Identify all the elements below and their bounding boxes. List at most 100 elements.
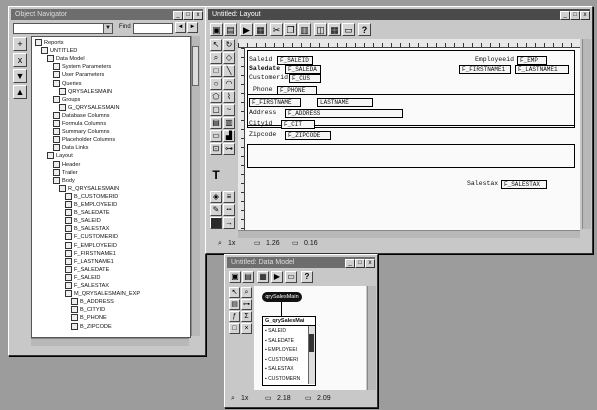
- rounded-rect-tool-icon[interactable]: ▢: [210, 104, 222, 116]
- field-firstname[interactable]: F_FIRSTNAME: [249, 98, 301, 107]
- ellipse-tool-icon[interactable]: ○: [210, 78, 222, 90]
- group-column[interactable]: ▪ EMPLOYEEI: [265, 346, 297, 354]
- magnify-tool-icon[interactable]: ⌕: [241, 287, 252, 298]
- tree-node[interactable]: Placeholder Columns: [53, 136, 115, 144]
- link-tool-icon[interactable]: ⊶: [223, 143, 235, 155]
- line-color-icon[interactable]: ✎: [210, 204, 222, 216]
- minimize-icon[interactable]: _: [173, 11, 183, 20]
- group-column[interactable]: ▪ SALESTAX: [265, 365, 294, 373]
- frame-tool-icon[interactable]: ▤: [210, 117, 222, 129]
- data-model-vertical-scrollbar[interactable]: [367, 286, 376, 390]
- tree-node[interactable]: Data Links: [53, 144, 88, 152]
- dash-icon[interactable]: ┅: [223, 204, 235, 216]
- tree-node[interactable]: F_EMPLOYEEID: [65, 241, 117, 250]
- run-icon[interactable]: ▶: [240, 23, 253, 36]
- group-column[interactable]: ▪ SALEDATE: [265, 337, 294, 345]
- query-node[interactable]: qrySalesMain: [262, 292, 302, 302]
- tree-node[interactable]: F_SALESTAX: [65, 282, 109, 290]
- maximize-icon[interactable]: □: [570, 11, 580, 20]
- group-column[interactable]: ▪ CUSTOMERN: [265, 375, 300, 383]
- scroll-thumb[interactable]: [192, 46, 199, 86]
- tree-node[interactable]: B_CUSTOMERID: [65, 192, 118, 201]
- field-salestax[interactable]: F_SALESTAX: [501, 180, 547, 189]
- line-tool-icon[interactable]: ╲: [223, 65, 235, 77]
- button-tool-icon[interactable]: ⊡: [210, 143, 222, 155]
- rotate-tool-icon[interactable]: ↻: [223, 39, 235, 51]
- run-icon[interactable]: ▶: [271, 271, 283, 283]
- field-cityid[interactable]: F_CIT: [281, 120, 315, 129]
- repeating-frame-tool-icon[interactable]: ▥: [223, 117, 235, 129]
- tree-node[interactable]: F_SALEDATE: [65, 265, 109, 274]
- magnify-tool-icon[interactable]: ⌕: [210, 52, 222, 64]
- field-employeeid[interactable]: F_EMP: [517, 56, 547, 65]
- polyline-tool-icon[interactable]: ⌇: [223, 91, 235, 103]
- create-icon[interactable]: +: [13, 37, 27, 51]
- tree-node[interactable]: Summary Columns: [53, 128, 110, 136]
- zoom-icon[interactable]: ⌕: [218, 240, 222, 248]
- horizontal-scrollbar[interactable]: [31, 338, 189, 346]
- preview-icon[interactable]: ▭: [285, 271, 297, 283]
- cut-icon[interactable]: ✂: [270, 23, 283, 36]
- tree-node[interactable]: R_QRYSALESMAIN: [59, 184, 119, 193]
- collapse-icon[interactable]: ▲: [13, 85, 27, 99]
- chart-tool-icon[interactable]: ▟: [223, 130, 235, 142]
- tree-node[interactable]: UNTITLED: [41, 47, 77, 55]
- find-prev-button[interactable]: ◄: [175, 22, 186, 33]
- tree-node[interactable]: F_CUSTOMERID: [65, 233, 118, 241]
- layout-canvas[interactable]: Saleid F_SALEID Saledate F_SALEDA Custom…: [245, 48, 580, 230]
- tree-node[interactable]: F_FIRSTNAME1: [65, 249, 116, 258]
- tree-node[interactable]: Header: [53, 160, 80, 169]
- arrow-icon[interactable]: →: [223, 217, 235, 229]
- print-icon[interactable]: ▦: [254, 23, 267, 36]
- tree-node[interactable]: M_QRYSALESMAIN_EXP: [65, 290, 140, 298]
- group-column[interactable]: ▪ CUSTOMERI: [265, 356, 298, 364]
- tree-node[interactable]: B_SALEDATE: [65, 209, 110, 217]
- select-tool-icon[interactable]: ↖: [210, 39, 222, 51]
- polygon-tool-icon[interactable]: ⬠: [210, 91, 222, 103]
- lower-frame[interactable]: [247, 144, 575, 168]
- tree-node[interactable]: B_SALESTAX: [65, 225, 109, 233]
- link-tool-icon[interactable]: ⊶: [241, 299, 252, 310]
- field-zipcode[interactable]: F_ZIPCODE: [285, 131, 331, 140]
- open-icon[interactable]: ▣: [210, 23, 223, 36]
- select-tool-icon[interactable]: ↖: [229, 287, 240, 298]
- rectangle-tool-icon[interactable]: □: [210, 65, 222, 77]
- save-icon[interactable]: ▤: [224, 23, 237, 36]
- placeholder-tool-icon[interactable]: □: [229, 323, 240, 334]
- close-icon[interactable]: x: [193, 11, 203, 20]
- tree-node[interactable]: Groups: [53, 95, 80, 104]
- layout-vertical-scrollbar[interactable]: [582, 39, 591, 229]
- field-lastname[interactable]: LASTNAME: [317, 98, 373, 107]
- zoom-icon[interactable]: ⌕: [231, 395, 235, 403]
- layout-icon[interactable]: ▦: [257, 271, 269, 283]
- field-address[interactable]: F_ADDRESS: [285, 109, 403, 118]
- group-box[interactable]: G_qrySalesMai ▪ SALEID ▪ SALEDATE ▪ EMPLOY…: [262, 316, 316, 386]
- help-icon[interactable]: ?: [301, 271, 313, 283]
- field-phone[interactable]: F_PHONE: [277, 86, 317, 95]
- tree-node[interactable]: Database Columns: [53, 111, 110, 120]
- tree-node[interactable]: B_ZIPCODE: [71, 322, 112, 331]
- query-tool-icon[interactable]: ▤: [229, 299, 240, 310]
- close-icon[interactable]: x: [365, 259, 375, 268]
- tree-node[interactable]: G_QRYSALESMAIN: [59, 103, 120, 112]
- tree-node[interactable]: Trailer: [53, 168, 78, 177]
- summary-tool-icon[interactable]: Σ: [241, 311, 252, 322]
- vertical-scrollbar[interactable]: [191, 36, 200, 336]
- layout-icon[interactable]: ▦: [328, 23, 341, 36]
- field-saleid[interactable]: F_SALEID: [277, 56, 313, 65]
- arc-tool-icon[interactable]: ◠: [223, 78, 235, 90]
- maximize-icon[interactable]: □: [355, 259, 365, 268]
- tree-node[interactable]: F_LASTNAME1: [65, 257, 114, 266]
- data-model-canvas[interactable]: qrySalesMain G_qrySalesMai ▪ SALEID ▪ SAL…: [254, 286, 366, 390]
- find-input[interactable]: [133, 23, 173, 34]
- tree-node[interactable]: B_CITYID: [71, 306, 105, 314]
- text-color-icon[interactable]: [210, 217, 222, 229]
- freehand-tool-icon[interactable]: ~: [223, 104, 235, 116]
- tree-node[interactable]: Layout: [47, 152, 73, 160]
- group-column[interactable]: ▪ SALEID: [265, 327, 286, 335]
- fill-color-icon[interactable]: ◈: [210, 191, 222, 203]
- close-icon[interactable]: x: [580, 11, 590, 20]
- tree-node[interactable]: Formula Columns: [53, 120, 106, 128]
- tree-node[interactable]: QRYSALESMAIN: [59, 87, 112, 96]
- open-icon[interactable]: ▣: [229, 271, 241, 283]
